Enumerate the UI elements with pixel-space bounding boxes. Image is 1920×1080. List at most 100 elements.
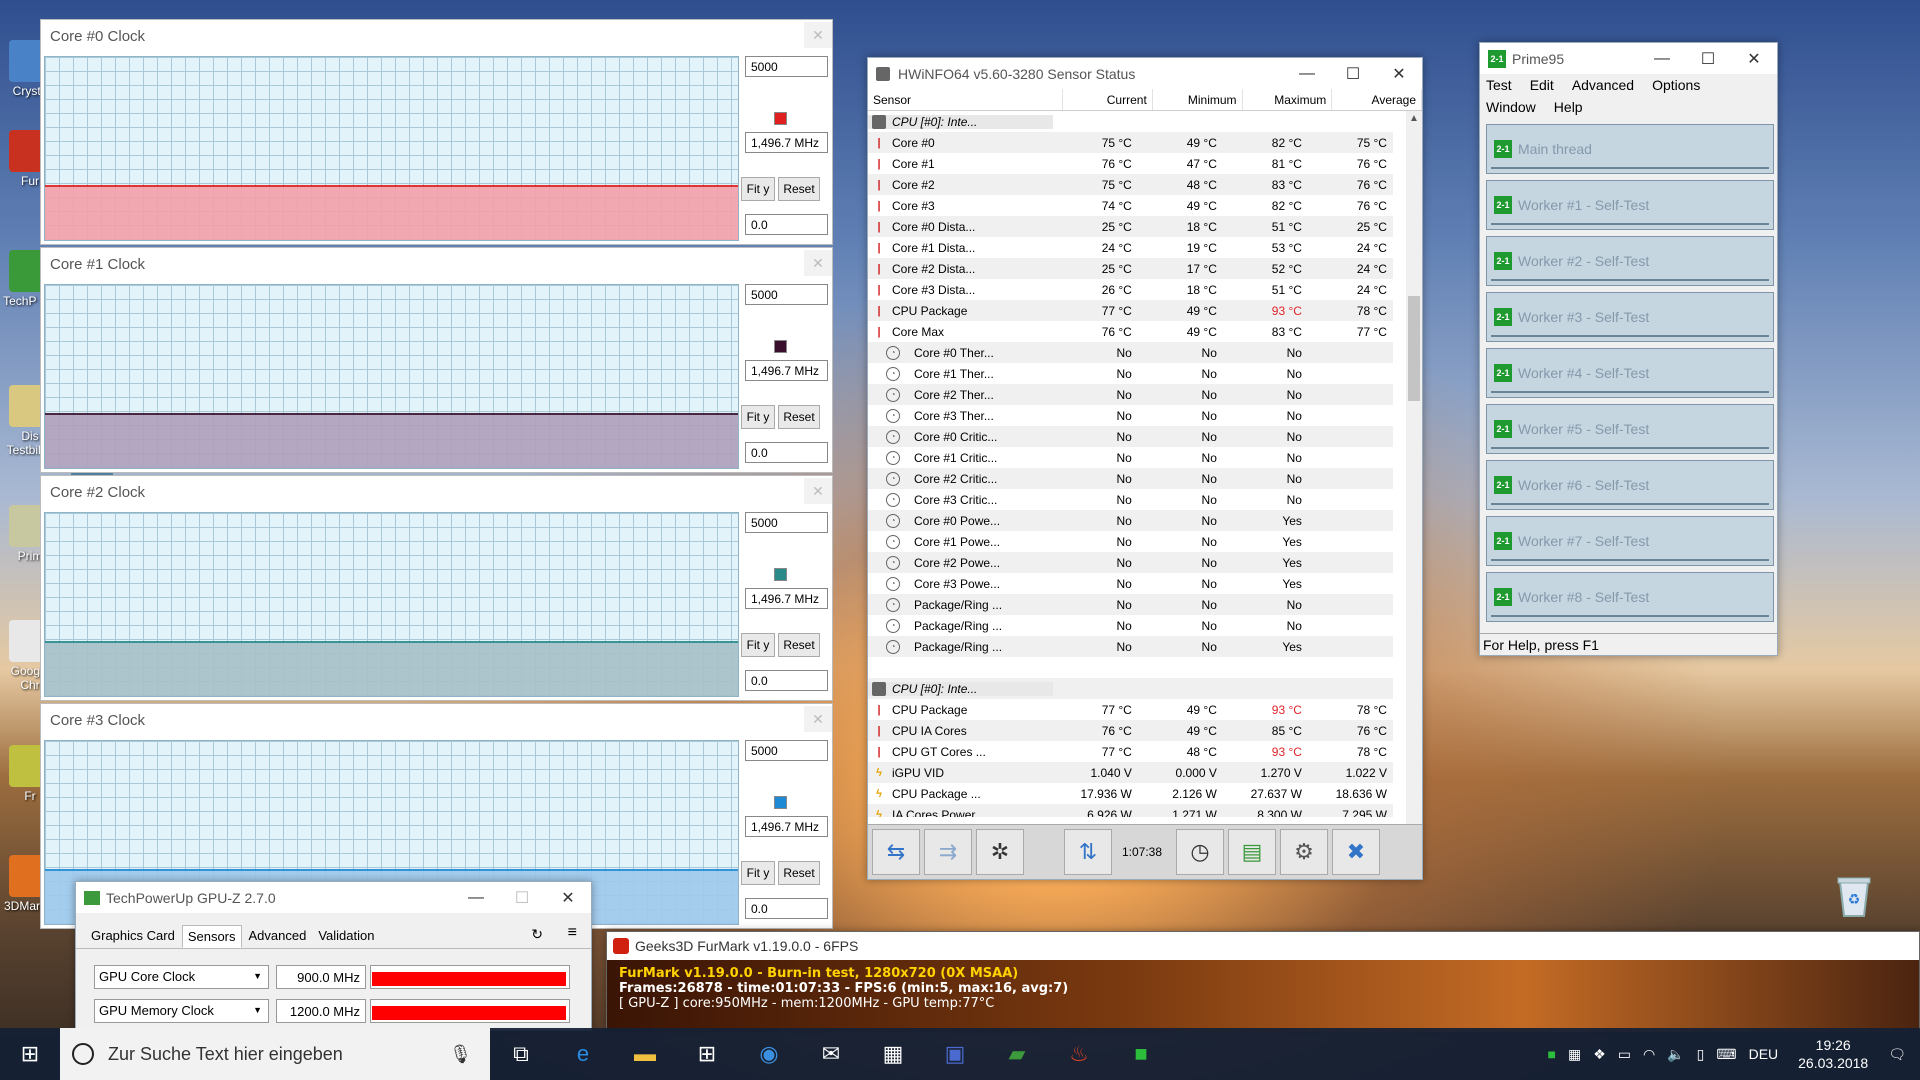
menu-item[interactable]: Options [1652,77,1700,93]
hwinfo-tray-icon[interactable]: ▦ [1568,1046,1581,1063]
core-clock-title[interactable]: Core #0 Clock [41,20,832,53]
refresh-icon[interactable]: ↻ [531,926,543,943]
dropbox-icon[interactable]: ❖ [1593,1046,1606,1063]
worker-window[interactable]: 2-1 Worker #3 - Self-Test [1486,292,1774,342]
graph-max-field[interactable]: 5000 [745,56,828,77]
hwinfo-titlebar[interactable]: HWiNFO64 v5.60-3280 Sensor Status — ☐ ✕ [868,58,1422,89]
furmark-titlebar[interactable]: Geeks3D FurMark v1.19.0.0 - 6FPS [607,932,1919,960]
worker-window[interactable]: 2-1 Worker #4 - Self-Test [1486,348,1774,398]
prime95-tray-icon[interactable]: ■ [1547,1046,1555,1062]
menu-item[interactable]: Advanced [1572,77,1634,93]
core-clock-title[interactable]: Core #2 Clock [41,476,832,509]
sensor-row[interactable]: ◔ Core #1 Ther... No No No [868,363,1393,384]
reset-button[interactable]: Reset [778,861,820,885]
sensor-row[interactable] [868,657,1393,678]
maximize-button[interactable]: ☐ [499,882,545,913]
notifications-icon[interactable]: 🗨 [1888,1046,1906,1063]
sensor-row[interactable]: ◔ Package/Ring ... No No Yes [868,636,1393,657]
reset-button[interactable]: Reset [778,405,820,429]
reset-button[interactable]: Reset [778,633,820,657]
sensor-select[interactable]: GPU Memory Clock [94,999,269,1023]
fan-icon[interactable]: ✲ [976,829,1024,875]
graph-max-field[interactable]: 5000 [745,284,828,305]
series-color-swatch[interactable] [774,796,787,809]
mail-icon[interactable]: ✉ [800,1028,862,1080]
sensor-row[interactable]: | CPU GT Cores ... 77 °C 48 °C 93 °C 78 °C [868,741,1393,762]
fit-y-button[interactable]: Fit y [741,177,775,201]
maximize-button[interactable]: ☐ [1685,43,1731,74]
sensor-row[interactable]: ◔ Core #0 Ther... No No No [868,342,1393,363]
recycle-bin-icon[interactable]: ♻ [1830,872,1878,920]
sensor-row[interactable]: ϟ CPU Package ... 17.936 W 2.126 W 27.637 W 1… [868,783,1393,804]
wifi-icon[interactable]: ◠ [1643,1046,1655,1063]
close-button[interactable]: ✕ [545,882,591,913]
scroll-up-icon[interactable]: ▲ [1409,113,1419,124]
sensor-row[interactable]: ◔ Core #0 Critic... No No No [868,426,1393,447]
sensor-row[interactable]: | CPU Package 77 °C 49 °C 93 °C 78 °C [868,699,1393,720]
sensor-row[interactable]: | Core #3 Dista... 26 °C 18 °C 51 °C 24 °C [868,279,1393,300]
sensor-group-row[interactable]: CPU [#0]: Inte... [868,111,1393,132]
column-minimum[interactable]: Minimum [1153,89,1243,110]
sensor-row[interactable]: | Core #2 75 °C 48 °C 83 °C 76 °C [868,174,1393,195]
series-color-swatch[interactable] [774,568,787,581]
close-button[interactable]: ✕ [1731,43,1777,74]
tab-advanced[interactable]: Advanced [244,925,312,948]
worker-window[interactable]: 2-1 Main thread [1486,124,1774,174]
graph-max-field[interactable]: 5000 [745,512,828,533]
sensor-row[interactable]: | Core Max 76 °C 49 °C 83 °C 77 °C [868,321,1393,342]
menu-item[interactable]: Test [1486,77,1512,93]
sensor-row[interactable]: | Core #2 Dista... 25 °C 17 °C 52 °C 24 °C [868,258,1393,279]
browser-icon[interactable]: ◉ [738,1028,800,1080]
clock[interactable]: 19:26 26.03.2018 [1798,1036,1868,1072]
save-icon[interactable]: ▣ [924,1028,986,1080]
worker-window[interactable]: 2-1 Worker #8 - Self-Test [1486,572,1774,622]
maximize-button[interactable]: ☐ [1330,58,1376,89]
sensor-row[interactable]: ◔ Core #3 Powe... No No Yes [868,573,1393,594]
sensor-list[interactable]: CPU [#0]: Inte... | Core #0 75 °C 49 °C 82 °C… [868,111,1393,817]
arrows-right-icon[interactable]: ⇉ [924,829,972,875]
scroll-thumb[interactable] [1408,296,1420,401]
sensor-row[interactable]: | Core #1 76 °C 47 °C 81 °C 76 °C [868,153,1393,174]
file-explorer-icon[interactable]: ▬ [614,1028,676,1080]
column-average[interactable]: Average [1332,89,1423,110]
volume-icon[interactable]: 🔈 [1667,1046,1684,1063]
microphone-icon[interactable]: 🎙 [449,1044,472,1065]
worker-window[interactable]: 2-1 Worker #2 - Self-Test [1486,236,1774,286]
column-current[interactable]: Current [1063,89,1153,110]
worker-window[interactable]: 2-1 Worker #7 - Self-Test [1486,516,1774,566]
minimize-button[interactable]: — [453,882,499,913]
tab-graphics-card[interactable]: Graphics Card [86,925,180,948]
series-color-swatch[interactable] [774,340,787,353]
core-clock-title[interactable]: Core #1 Clock [41,248,832,281]
sensor-row[interactable]: ◔ Core #2 Powe... No No Yes [868,552,1393,573]
fit-y-button[interactable]: Fit y [741,405,775,429]
worker-window[interactable]: 2-1 Worker #6 - Self-Test [1486,460,1774,510]
close-icon[interactable]: ✕ [804,478,832,504]
menu-item[interactable]: Edit [1530,77,1554,93]
sensor-group-row[interactable]: CPU [#0]: Inte... [868,678,1393,699]
close-button[interactable]: ✕ [1376,58,1422,89]
close-icon[interactable]: ✕ [804,250,832,276]
series-color-swatch[interactable] [774,112,787,125]
gpuz-taskbar-icon[interactable]: ▰ [986,1028,1048,1080]
graph-min-field[interactable]: 0.0 [745,898,828,919]
sensor-row[interactable]: | CPU IA Cores 76 °C 49 °C 85 °C 76 °C [868,720,1393,741]
sensor-row[interactable]: | Core #1 Dista... 24 °C 19 °C 53 °C 24 °C [868,237,1393,258]
sensor-row[interactable]: ◔ Core #1 Critic... No No No [868,447,1393,468]
cortana-icon[interactable] [72,1043,94,1065]
task-view-icon[interactable]: ⧉ [490,1028,552,1080]
sensor-row[interactable]: ϟ IA Cores Power 6.926 W 1.271 W 8.300 W 7.29… [868,804,1393,817]
clock-icon[interactable]: ◷ [1176,829,1224,875]
windows-start-icon[interactable]: ⊞ [0,1028,60,1080]
menu-item[interactable]: Help [1554,99,1583,115]
arrows-left-right-icon[interactable]: ⇆ [872,829,920,875]
keyboard-icon[interactable]: ⌨ [1716,1046,1736,1063]
sensor-row[interactable]: ϟ iGPU VID 1.040 V 0.000 V 1.270 V 1.022 V [868,762,1393,783]
column-sensor[interactable]: Sensor [868,89,1064,110]
sensor-row[interactable]: ◔ Core #1 Powe... No No Yes [868,531,1393,552]
graph-min-field[interactable]: 0.0 [745,442,828,463]
settings-gear-icon[interactable]: ⚙ [1280,829,1328,875]
sensor-row[interactable]: ◔ Package/Ring ... No No No [868,615,1393,636]
search-box[interactable]: Zur Suche Text hier eingeben 🎙 [60,1028,490,1080]
hwinfo-taskbar-icon[interactable]: ▦ [862,1028,924,1080]
